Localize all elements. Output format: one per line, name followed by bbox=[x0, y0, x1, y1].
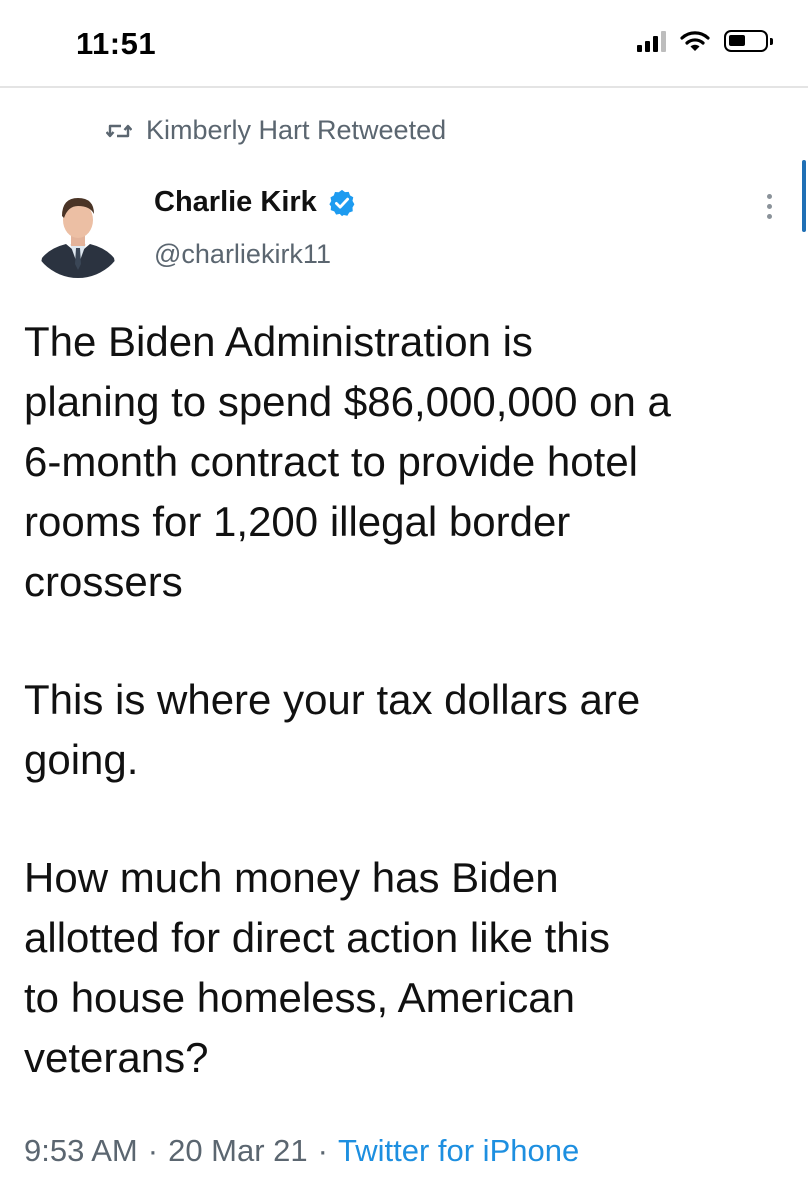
meta-separator: · bbox=[317, 1133, 328, 1168]
author-name-row[interactable]: Charlie Kirk bbox=[154, 186, 357, 219]
battery-icon bbox=[724, 30, 773, 52]
tweet-paragraph: The Biden Administration is planing to s… bbox=[24, 318, 671, 605]
retweet-icon bbox=[106, 124, 132, 137]
more-options-button[interactable] bbox=[754, 186, 784, 226]
tweet-paragraph: How much money has Biden allotted for di… bbox=[24, 854, 610, 1081]
status-icons bbox=[637, 30, 773, 52]
more-dot-icon bbox=[766, 203, 772, 209]
author-display-name[interactable]: Charlie Kirk bbox=[154, 186, 317, 219]
more-dot-icon bbox=[766, 193, 772, 199]
tweet-meta: 9:53 AM · 20 Mar 21 · Twitter for iPhone bbox=[24, 1133, 579, 1169]
more-dot-icon bbox=[766, 213, 772, 219]
divider bbox=[0, 86, 808, 88]
verified-badge-icon bbox=[329, 189, 355, 216]
tweet-source-link[interactable]: Twitter for iPhone bbox=[338, 1133, 579, 1169]
tweet-date[interactable]: 20 Mar 21 bbox=[168, 1133, 308, 1169]
retweet-text[interactable]: Kimberly Hart Retweeted bbox=[146, 115, 446, 146]
wifi-icon bbox=[680, 31, 710, 51]
tweet-body: The Biden Administration is planing to s… bbox=[24, 312, 794, 1088]
retweet-indicator[interactable]: Kimberly Hart Retweeted bbox=[106, 115, 446, 146]
scroll-indicator[interactable] bbox=[802, 160, 806, 232]
author-handle[interactable]: @charliekirk11 bbox=[154, 239, 331, 270]
signal-bars-icon bbox=[637, 30, 666, 52]
status-time: 11:51 bbox=[76, 26, 157, 61]
status-bar: 11:51 bbox=[0, 0, 808, 88]
avatar[interactable] bbox=[30, 182, 126, 278]
meta-separator: · bbox=[147, 1133, 159, 1168]
tweet-paragraph: This is where your tax dollars are going… bbox=[24, 676, 641, 783]
tweet-time[interactable]: 9:53 AM bbox=[24, 1133, 138, 1169]
